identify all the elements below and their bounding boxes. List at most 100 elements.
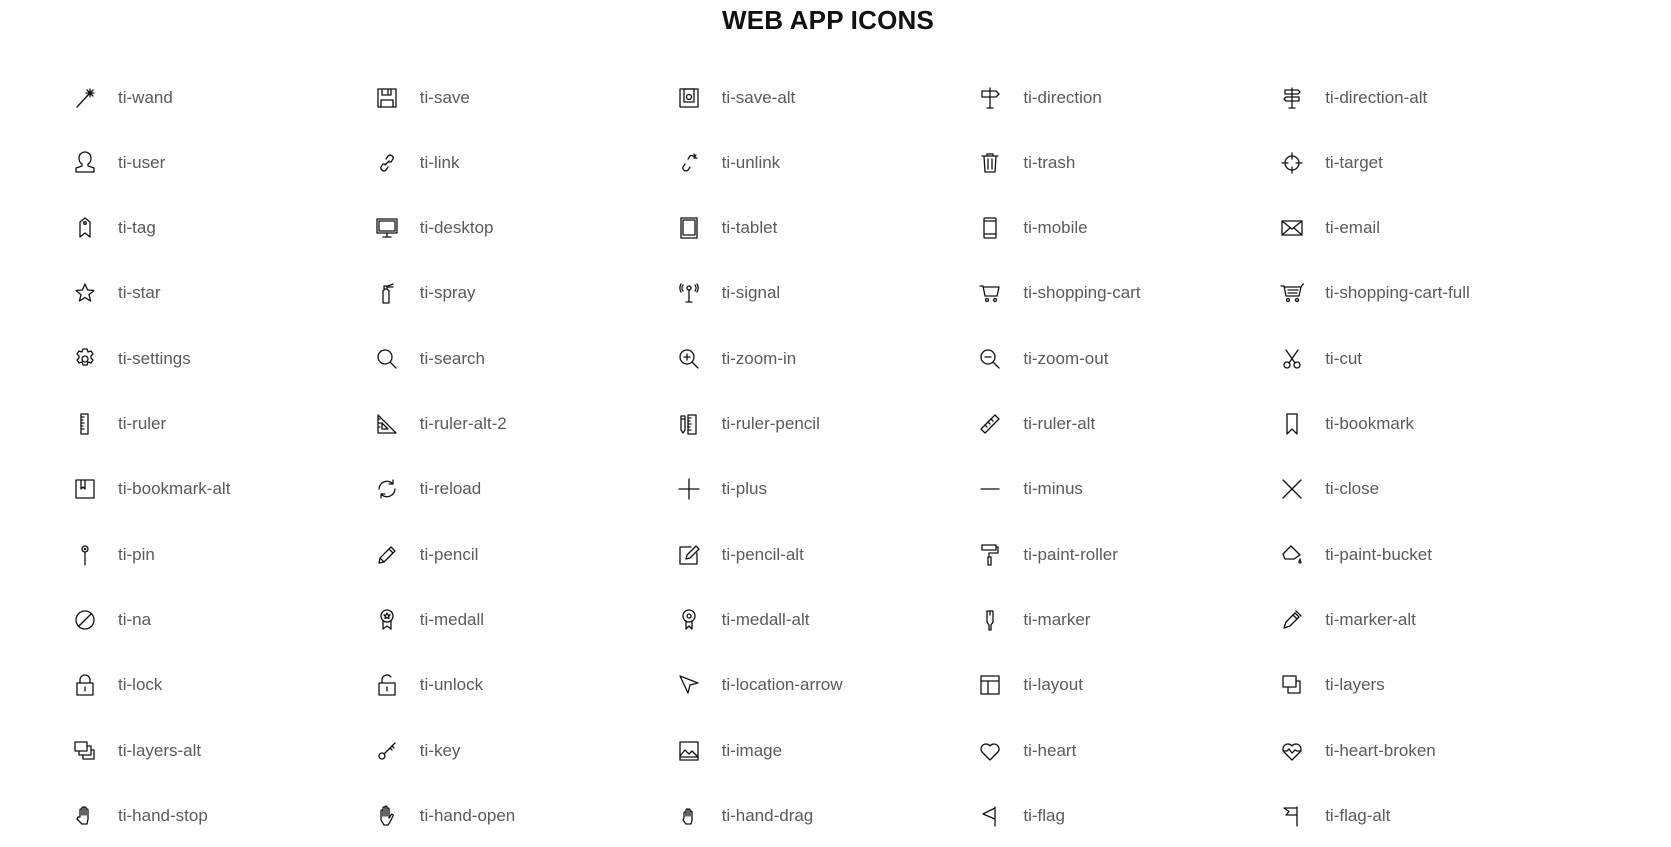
wand-icon [72, 85, 98, 111]
icon-item-ti-save: ti-save [374, 83, 674, 113]
pencil-icon [374, 542, 400, 568]
settings-icon [72, 346, 98, 372]
lock-icon [72, 672, 98, 698]
icon-item-ti-location-arrow: ti-location-arrow [676, 670, 976, 700]
icon-item-ti-ruler: ti-ruler [72, 409, 372, 439]
icon-label: ti-zoom-out [1023, 348, 1109, 368]
icon-label: ti-direction-alt [1325, 87, 1428, 107]
image-icon [676, 738, 702, 764]
location-arrow-icon [676, 672, 702, 698]
icon-label: ti-unlock [419, 675, 484, 695]
icon-item-ti-image: ti-image [676, 736, 976, 766]
icon-label: ti-image [721, 740, 783, 760]
icon-item-ti-bookmark: ti-bookmark [1279, 409, 1579, 439]
tablet-icon [676, 215, 702, 241]
icon-label: ti-settings [118, 348, 191, 368]
icon-item-ti-reload: ti-reload [374, 474, 674, 504]
close-icon [1279, 476, 1305, 502]
paint-bucket-icon [1279, 542, 1305, 568]
icon-item-ti-zoom-out: ti-zoom-out [977, 344, 1277, 374]
icon-label: ti-ruler-pencil [721, 414, 820, 433]
medal-icon [374, 607, 400, 633]
icon-item-ti-marker: ti-marker [977, 605, 1277, 635]
zoom-out-icon [977, 346, 1003, 372]
medal-alt-icon [676, 607, 702, 633]
icon-label: ti-layers [1325, 675, 1385, 695]
icon-item-ti-trash: ti-trash [977, 148, 1277, 178]
page-title: WEB APP ICONS [721, 5, 935, 35]
layers-icon [1279, 672, 1305, 698]
icon-item-ti-mobile: ti-mobile [977, 213, 1277, 243]
na-icon [72, 607, 98, 633]
search-icon [374, 346, 400, 372]
direction-icon [977, 85, 1003, 111]
icon-item-ti-cut: ti-cut [1279, 344, 1579, 374]
icon-item-ti-pencil: ti-pencil [374, 540, 674, 570]
icon-item-ti-direction-alt: ti-direction-alt [1279, 83, 1579, 113]
icon-label: ti-heart-broken [1325, 740, 1436, 760]
icon-label: ti-bookmark-alt [118, 479, 231, 499]
icon-label: ti-paint-roller [1023, 544, 1118, 564]
icon-label: ti-trash [1023, 152, 1076, 172]
icon-label: ti-marker [1023, 609, 1091, 629]
icon-label: ti-direction [1023, 87, 1102, 107]
icon-label: ti-layout [1023, 675, 1083, 695]
icon-item-ti-shopping-cart-full: ti-shopping-cart-full [1279, 278, 1579, 308]
icon-label: ti-desktop [419, 218, 494, 238]
pencil-alt-icon [676, 542, 702, 568]
icon-item-ti-star: ti-star [72, 278, 372, 308]
icon-item-ti-key: ti-key [374, 736, 674, 766]
icon-item-ti-hand-open: ti-hand-open [374, 801, 674, 831]
icon-label: ti-hand-drag [721, 805, 814, 825]
signal-icon [676, 280, 702, 306]
icon-item-ti-marker-alt: ti-marker-alt [1279, 605, 1579, 635]
icon-item-ti-wand: ti-wand [72, 83, 372, 113]
plus-icon [676, 476, 702, 502]
bookmark-alt-icon [72, 476, 98, 502]
minus-icon [977, 476, 1003, 502]
icon-label: ti-ruler [118, 414, 167, 433]
icon-item-ti-hand-stop: ti-hand-stop [72, 801, 372, 831]
icon-item-ti-zoom-in: ti-zoom-in [676, 344, 976, 374]
icon-label: ti-user [118, 152, 166, 172]
icon-label: ti-shopping-cart [1023, 283, 1141, 303]
icon-label: ti-zoom-in [721, 348, 797, 368]
icon-label: ti-plus [721, 479, 767, 499]
icon-item-ti-shopping-cart: ti-shopping-cart [977, 278, 1277, 308]
tag-icon [72, 215, 98, 241]
icon-item-ti-medall: ti-medall [374, 605, 674, 635]
bookmark-icon [1279, 411, 1305, 437]
flag-alt-icon [1279, 803, 1305, 829]
icon-item-ti-link: ti-link [374, 148, 674, 178]
icon-label: ti-bookmark [1325, 414, 1414, 433]
target-icon [1279, 150, 1305, 176]
save-alt-icon [676, 85, 702, 111]
icon-item-ti-save-alt: ti-save-alt [676, 83, 976, 113]
icon-item-ti-tag: ti-tag [72, 213, 372, 243]
icon-label: ti-flag [1023, 805, 1065, 825]
icon-label: ti-wand [118, 87, 173, 107]
icon-label: ti-signal [721, 283, 781, 303]
icon-label: ti-location-arrow [721, 675, 843, 695]
icon-label: ti-target [1325, 152, 1383, 172]
icon-label: ti-save-alt [721, 87, 796, 107]
icon-item-ti-unlink: ti-unlink [676, 148, 976, 178]
icon-item-ti-spray: ti-spray [374, 278, 674, 308]
icon-item-ti-medall-alt: ti-medall-alt [676, 605, 976, 635]
trash-icon [977, 150, 1003, 176]
ruler-pencil-icon [676, 411, 702, 437]
icon-item-ti-bookmark-alt: ti-bookmark-alt [72, 474, 372, 504]
spray-icon [374, 280, 400, 306]
icon-item-ti-desktop: ti-desktop [374, 213, 674, 243]
icon-label: ti-layers-alt [118, 740, 202, 760]
icon-label: ti-cut [1325, 348, 1363, 368]
hand-open-icon [374, 803, 400, 829]
icon-item-ti-settings: ti-settings [72, 344, 372, 374]
icon-label: ti-ruler-alt-2 [419, 414, 507, 433]
direction-alt-icon [1279, 85, 1305, 111]
marker-alt-icon [1279, 607, 1305, 633]
paint-roller-icon [977, 542, 1003, 568]
save-icon [374, 85, 400, 111]
icon-label: ti-mobile [1023, 218, 1088, 238]
icon-label: ti-na [118, 609, 152, 629]
